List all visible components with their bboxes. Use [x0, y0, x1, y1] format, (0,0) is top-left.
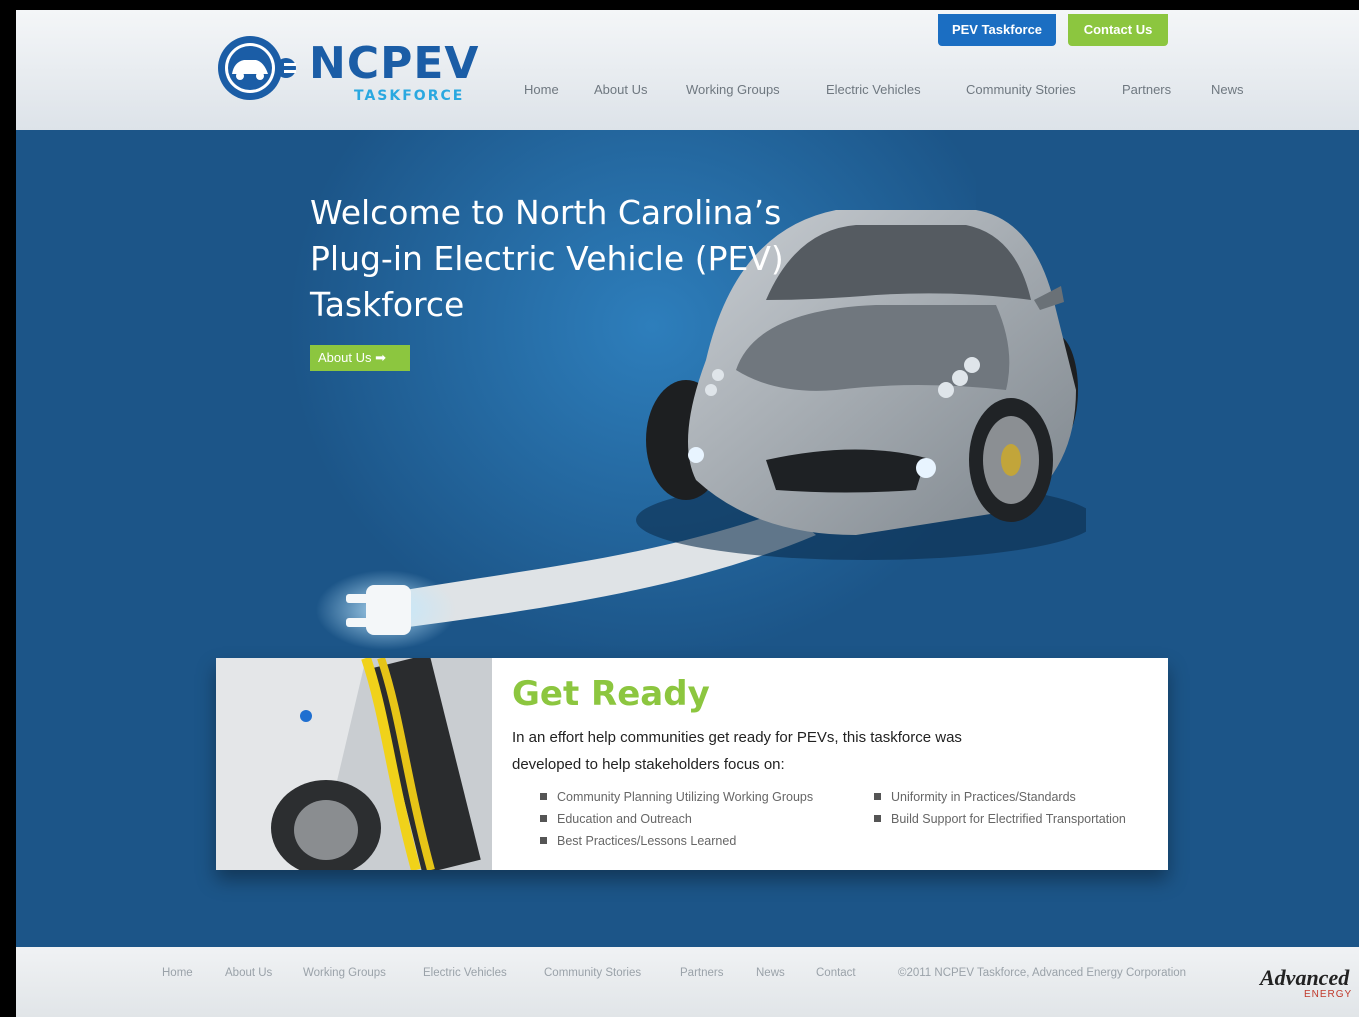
- list-item: Best Practices/Lessons Learned: [540, 830, 813, 852]
- list-item-text: Build Support for Electrified Transporta…: [891, 812, 1126, 826]
- nav-community-stories[interactable]: Community Stories: [966, 82, 1076, 97]
- bullet-square-icon: [874, 793, 881, 800]
- bullet-square-icon: [540, 793, 547, 800]
- advanced-energy-logo[interactable]: Advanced ENERGY: [1254, 961, 1354, 1007]
- list-item: Uniformity in Practices/Standards: [874, 786, 1126, 808]
- about-us-button[interactable]: About Us ➡: [310, 345, 410, 371]
- footer-link-community-stories[interactable]: Community Stories: [544, 967, 641, 979]
- focus-list-left: Community Planning Utilizing Working Gro…: [540, 786, 813, 852]
- get-ready-title: Get Ready: [512, 674, 710, 714]
- bullet-square-icon: [540, 837, 547, 844]
- main-nav: Home About Us Working Groups Electric Ve…: [16, 82, 1359, 102]
- list-item: Build Support for Electrified Transporta…: [874, 808, 1126, 830]
- list-item-text: Uniformity in Practices/Standards: [891, 790, 1076, 804]
- nav-news[interactable]: News: [1211, 82, 1244, 97]
- copyright-text: ©2011 NCPEV Taskforce, Advanced Energy C…: [898, 967, 1187, 979]
- nav-about-us[interactable]: About Us: [594, 82, 647, 97]
- nav-electric-vehicles[interactable]: Electric Vehicles: [826, 82, 921, 97]
- footer-link-electric-vehicles[interactable]: Electric Vehicles: [423, 967, 507, 979]
- list-item: Education and Outreach: [540, 808, 813, 830]
- ae-logo-sub: ENERGY: [1304, 989, 1353, 1000]
- get-ready-intro: In an effort help communities get ready …: [512, 729, 962, 773]
- page: NCPEV TASKFORCE PEV Taskforce Contact Us…: [16, 10, 1359, 1017]
- site-footer: Home About Us Working Groups Electric Ve…: [16, 947, 1359, 1017]
- charging-car-photo: [216, 658, 492, 870]
- site-header: NCPEV TASKFORCE PEV Taskforce Contact Us…: [16, 10, 1359, 130]
- list-item-text: Best Practices/Lessons Learned: [557, 834, 737, 848]
- ae-logo-main: Advanced: [1260, 965, 1350, 990]
- logo-wordmark: NCPEV: [309, 38, 480, 89]
- footer-link-contact[interactable]: Contact: [816, 967, 856, 979]
- nav-home[interactable]: Home: [524, 82, 559, 97]
- footer-link-home[interactable]: Home: [162, 967, 193, 979]
- list-item-text: Community Planning Utilizing Working Gro…: [557, 790, 814, 804]
- get-ready-panel: Get Ready In an effort help communities …: [216, 658, 1168, 870]
- footer-link-partners[interactable]: Partners: [680, 967, 723, 979]
- focus-list-right: Uniformity in Practices/Standards Build …: [874, 786, 1126, 830]
- nav-partners[interactable]: Partners: [1122, 82, 1171, 97]
- footer-link-about-us[interactable]: About Us: [225, 967, 272, 979]
- list-item: Community Planning Utilizing Working Gro…: [540, 786, 813, 808]
- pev-taskforce-button[interactable]: PEV Taskforce: [938, 14, 1056, 46]
- bullet-square-icon: [540, 815, 547, 822]
- bullet-square-icon: [874, 815, 881, 822]
- contact-us-button[interactable]: Contact Us: [1068, 14, 1168, 46]
- footer-link-working-groups[interactable]: Working Groups: [303, 967, 386, 979]
- footer-link-news[interactable]: News: [756, 967, 785, 979]
- nav-working-groups[interactable]: Working Groups: [686, 82, 780, 97]
- list-item-text: Education and Outreach: [557, 812, 692, 826]
- hero-title: Welcome to North Carolina’s Plug-in Elec…: [310, 193, 784, 324]
